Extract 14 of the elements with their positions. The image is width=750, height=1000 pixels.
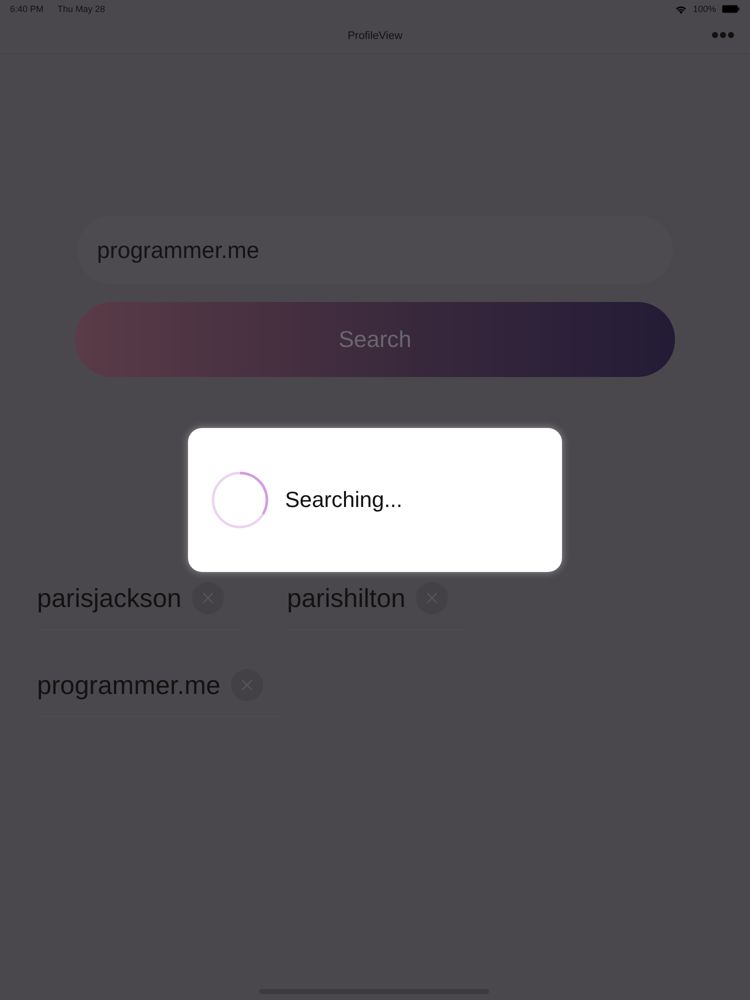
search-button[interactable]: Search bbox=[75, 302, 675, 377]
status-time: 6:40 PM bbox=[10, 4, 44, 14]
more-icon[interactable] bbox=[712, 32, 734, 38]
history-label[interactable]: programmer.me bbox=[37, 670, 220, 700]
history-label[interactable]: parisjackson bbox=[37, 582, 182, 614]
spinner-icon bbox=[211, 471, 269, 529]
wifi-icon bbox=[674, 4, 687, 14]
history-label[interactable]: parishilton bbox=[287, 582, 406, 614]
status-date: Thu May 28 bbox=[58, 4, 106, 14]
battery-icon bbox=[722, 5, 740, 13]
loading-message: Searching... bbox=[285, 487, 402, 513]
history-tag[interactable]: programmer.me bbox=[37, 654, 282, 717]
nav-title: ProfileView bbox=[348, 30, 402, 42]
battery-percent: 100% bbox=[692, 4, 716, 14]
